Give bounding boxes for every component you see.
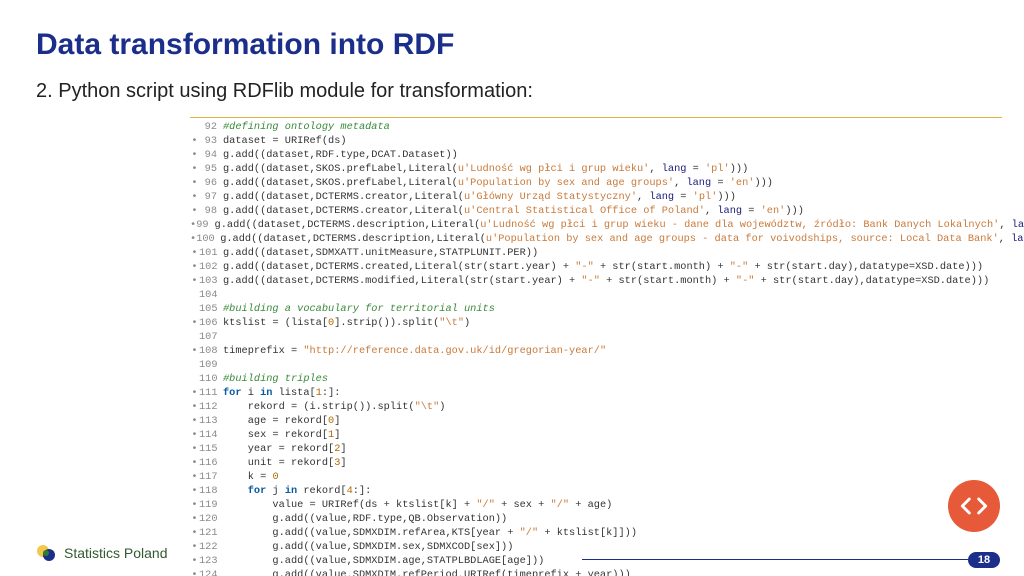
code-line: •115 year = rekord[2]: [190, 442, 1002, 456]
code-line: •123 g.add((value,SDMXDIM.age,STATPLBDLA…: [190, 554, 1002, 568]
code-line: •119 value = URIRef(ds + ktslist[k] + "/…: [190, 498, 1002, 512]
page-title: Data transformation into RDF: [36, 28, 988, 62]
code-line: •108timeprefix = "http://reference.data.…: [190, 344, 1002, 358]
code-line: 105#building a vocabulary for territoria…: [190, 302, 1002, 316]
code-line: •102g.add((dataset,DCTERMS.created,Liter…: [190, 260, 1002, 274]
code-line: •94g.add((dataset,RDF.type,DCAT.Dataset)…: [190, 148, 1002, 162]
statistics-poland-icon: [36, 542, 58, 564]
code-line: •120 g.add((value,RDF.type,QB.Observatio…: [190, 512, 1002, 526]
code-line: •98g.add((dataset,DCTERMS.creator,Litera…: [190, 204, 1002, 218]
code-line: •93dataset = URIRef(ds): [190, 134, 1002, 148]
footer-rule: [582, 559, 968, 560]
code-line: 107: [190, 330, 1002, 344]
code-line: •114 sex = rekord[1]: [190, 428, 1002, 442]
code-line: •106ktslist = (lista[0].strip()).split("…: [190, 316, 1002, 330]
code-line: •96g.add((dataset,SKOS.prefLabel,Literal…: [190, 176, 1002, 190]
code-line: •112 rekord = (i.strip()).split("\t"): [190, 400, 1002, 414]
code-line: 109: [190, 358, 1002, 372]
code-line: 104: [190, 288, 1002, 302]
page-subtitle: 2. Python script using RDFlib module for…: [36, 80, 988, 103]
code-line: •99g.add((dataset,DCTERMS.description,Li…: [190, 218, 1002, 232]
code-line: •122 g.add((value,SDMXDIM.sex,SDMXCOD[se…: [190, 540, 1002, 554]
code-line: 92#defining ontology metadata: [190, 120, 1002, 134]
code-line: •118 for j in rekord[4:]:: [190, 484, 1002, 498]
code-icon: [948, 480, 1000, 532]
code-line: •116 unit = rekord[3]: [190, 456, 1002, 470]
code-line: •117 k = 0: [190, 470, 1002, 484]
footer-logo: Statistics Poland: [36, 542, 168, 564]
code-line: •113 age = rekord[0]: [190, 414, 1002, 428]
code-line: •95g.add((dataset,SKOS.prefLabel,Literal…: [190, 162, 1002, 176]
code-line: •111for i in lista[1:]:: [190, 386, 1002, 400]
code-line: •124 g.add((value,SDMXDIM.refPeriod,URIR…: [190, 568, 1002, 576]
code-line: 110#building triples: [190, 372, 1002, 386]
code-line: •101g.add((dataset,SDMXATT.unitMeasure,S…: [190, 246, 1002, 260]
code-line: •121 g.add((value,SDMXDIM.refArea,KTS[ye…: [190, 526, 1002, 540]
footer-logo-text: Statistics Poland: [64, 545, 168, 561]
slide: Data transformation into RDF 2. Python s…: [0, 0, 1024, 576]
code-line: •100g.add((dataset,DCTERMS.description,L…: [190, 232, 1002, 246]
code-line: •103g.add((dataset,DCTERMS.modified,Lite…: [190, 274, 1002, 288]
page-number: 18: [968, 552, 1000, 568]
code-line: •97g.add((dataset,DCTERMS.creator,Litera…: [190, 190, 1002, 204]
code-block: 92#defining ontology metadata•93dataset …: [190, 117, 1002, 576]
